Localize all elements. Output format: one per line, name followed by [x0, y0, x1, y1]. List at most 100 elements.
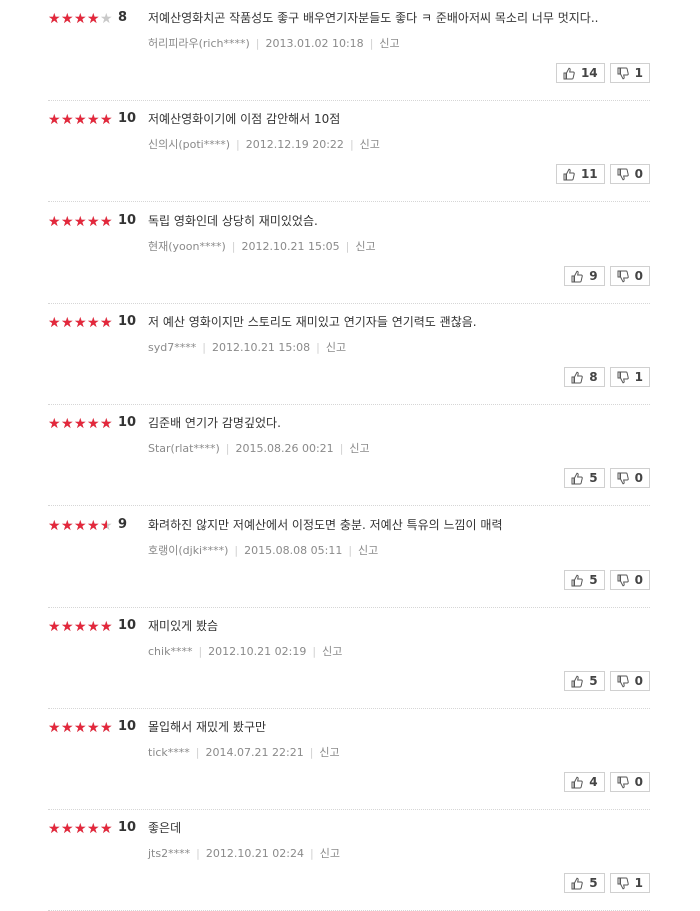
report-link[interactable]: 신고	[320, 847, 340, 860]
dislike-button[interactable]: 1	[609, 873, 650, 894]
like-button[interactable]: 4	[564, 772, 605, 793]
dislike-count: 1	[634, 66, 643, 80]
star-icon: ★ ★	[48, 618, 61, 635]
star-rating: ★ ★ ★ ★ ★ ★ ★ ★ ★ ★	[48, 215, 113, 229]
review-text: 저예산영화치곤 작품성도 좋구 배우연기자분들도 좋다 ㅋ 준배아저씨 목소리 …	[148, 11, 599, 25]
dislike-button[interactable]: 0	[609, 468, 650, 489]
star-fill: ★	[87, 12, 100, 26]
star-fill: ★	[48, 315, 61, 330]
star-rating: ★ ★ ★ ★ ★ ★ ★ ★ ★ ★	[48, 417, 113, 431]
star-fill: ★	[48, 822, 61, 837]
review-date: 2012.10.21 02:19	[208, 644, 307, 658]
dislike-count: 0	[634, 167, 643, 182]
like-button[interactable]: 5	[564, 670, 605, 691]
star-fill: ★	[48, 619, 61, 634]
vote-buttons: 5 0	[559, 468, 650, 489]
star-icon: ★ ★	[87, 213, 100, 230]
meta-divider: |	[312, 644, 317, 658]
meta-divider: |	[348, 543, 353, 557]
dislike-button[interactable]: 0	[609, 670, 650, 691]
vote-buttons: 11 0	[551, 164, 650, 185]
report-link[interactable]: 신고	[360, 138, 380, 151]
star-icon: ★ ★	[87, 821, 100, 838]
report-link[interactable]: 신고	[319, 746, 339, 759]
review-date: 2012.12.19 20:22	[245, 138, 344, 152]
dislike-button[interactable]: 0	[609, 265, 650, 286]
author-name: syd7****	[148, 340, 197, 354]
review-item: ★ ★ ★ ★ ★ ★ ★ ★ ★ 8 저예산영화치곤 작품성도 좋구 배우연기자분들도 좋다 …	[48, 0, 650, 101]
like-count: 11	[580, 167, 598, 182]
dislike-count: 0	[634, 471, 643, 486]
review-item: ★ ★ ★ ★ ★ ★ ★ ★ ★ ★ 10 좋은데 jts2**** | 2012.10.21 02…	[48, 810, 650, 911]
star-fill: ★	[48, 518, 61, 533]
review-date: 2012.10.21 15:05	[241, 239, 340, 253]
review-text: 재미있게 봤슴	[148, 618, 219, 633]
review-meta: 호랭이(djki****) | 2015.08.08 05:11 | 신고	[148, 542, 378, 558]
like-button[interactable]: 5	[564, 873, 605, 894]
report-link[interactable]: 신고	[326, 341, 346, 354]
star-fill: ★	[48, 721, 61, 736]
star-icon: ★ ★	[48, 517, 61, 534]
report-link[interactable]: 신고	[322, 645, 342, 658]
dislike-count: 0	[634, 673, 643, 688]
like-count: 4	[589, 775, 598, 790]
author-name: chik****	[148, 644, 193, 658]
dislike-button[interactable]: 0	[609, 772, 650, 793]
review-meta: Star(rlat****) | 2015.08.26 00:21 | 신고	[148, 440, 370, 456]
report-link[interactable]: 신고	[349, 442, 369, 455]
dislike-button[interactable]: 1	[609, 366, 650, 387]
thumbs-up-icon	[563, 67, 575, 80]
star-fill: ★	[61, 12, 74, 26]
report-link[interactable]: 신고	[355, 240, 375, 253]
thumbs-up-icon	[571, 371, 584, 384]
star-fill: ★	[48, 417, 61, 432]
thumbs-up-icon	[571, 776, 584, 789]
dislike-button[interactable]: 0	[609, 164, 650, 185]
star-icon: ★ ★	[100, 720, 113, 737]
meta-divider: |	[316, 340, 320, 354]
review-item: ★ ★ ★ ★ ★ ★ ★ ★ ★ ★ 10 몰입해서 재밌게 봤구만 tick**** | 2014…	[48, 709, 650, 811]
review-text: 김준배 연기가 감명깊었다.	[148, 416, 281, 431]
star-fill: ★	[100, 113, 113, 128]
rating-score: 10	[118, 415, 137, 431]
star-icon: ★ ★	[100, 213, 113, 230]
review-meta: jts2**** | 2012.10.21 02:24 | 신고	[148, 845, 340, 861]
rating-score: 10	[118, 617, 137, 633]
like-button[interactable]: 5	[564, 468, 605, 489]
thumbs-down-icon	[617, 877, 629, 890]
vote-buttons: 8 1	[559, 366, 650, 387]
review-item: ★ ★ ★ ★ ★ ★ ★ ★ ★ ★ 10 재미있게 봤슴 chik**** | 2012.10.2…	[48, 608, 650, 709]
like-button[interactable]: 11	[555, 164, 605, 185]
star-icon: ★ ★	[61, 11, 74, 27]
review-item: ★ ★ ★ ★ ★ ★ ★ ★ ★ ★ 10 저 예산 영화이지만 스토리도 재미있고 연기자들 …	[48, 304, 650, 405]
review-date: 2015.08.26 00:21	[235, 442, 334, 456]
star-icon: ★ ★	[74, 517, 87, 534]
report-link[interactable]: 신고	[379, 37, 399, 50]
thumbs-up-icon	[571, 675, 584, 688]
review-text: 좋은데	[148, 821, 182, 836]
meta-divider: |	[234, 543, 239, 557]
star-fill: ★	[48, 214, 61, 229]
like-button[interactable]: 14	[555, 63, 605, 83]
star-fill: ★	[100, 315, 113, 330]
star-icon: ★ ★	[100, 517, 113, 534]
rating-score: 10	[118, 820, 137, 836]
meta-divider: |	[339, 442, 344, 456]
review-list: ★ ★ ★ ★ ★ ★ ★ ★ ★ 8 저예산영화치곤 작품성도 좋구 배우연기자분들도 좋다 …	[0, 0, 700, 911]
star-icon: ★ ★	[87, 517, 100, 534]
meta-divider: |	[310, 847, 314, 861]
like-button[interactable]: 8	[564, 366, 605, 387]
report-link[interactable]: 신고	[358, 544, 378, 557]
dislike-button[interactable]: 1	[609, 63, 650, 83]
star-fill: ★	[74, 315, 87, 330]
star-icon: ★ ★	[74, 720, 87, 737]
star-icon: ★ ★	[74, 618, 87, 635]
star-fill: ★	[61, 619, 74, 634]
review-item: ★ ★ ★ ★ ★ ★ ★ ★ ★ ★ 10 김준배 연기가 감명깊었다. Star(rlat**…	[48, 405, 650, 507]
dislike-button[interactable]: 0	[609, 569, 650, 590]
dislike-count: 0	[634, 572, 643, 587]
like-button[interactable]: 5	[564, 569, 605, 590]
meta-divider: |	[196, 847, 200, 861]
like-button[interactable]: 9	[564, 265, 605, 286]
author-name: jts2****	[148, 847, 191, 861]
